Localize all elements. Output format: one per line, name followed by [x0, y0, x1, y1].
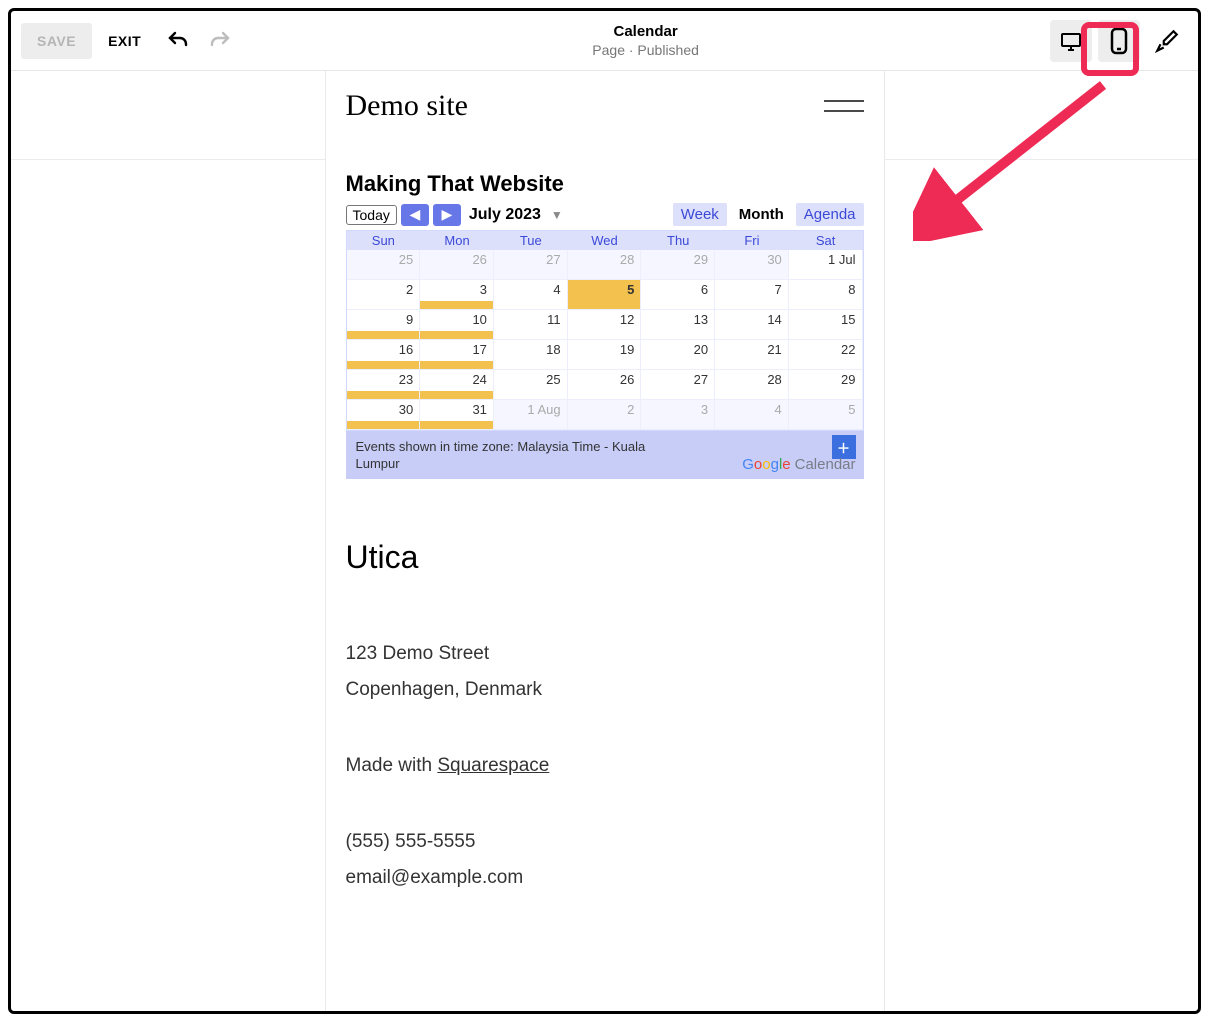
redo-icon — [208, 29, 232, 53]
calendar-day[interactable]: 11 — [494, 310, 568, 340]
calendar-day[interactable]: 27 — [641, 370, 715, 400]
dow-header: Fri — [715, 231, 789, 250]
footer-phone: (555) 555-5555 — [346, 824, 864, 860]
calendar-day[interactable]: 3 — [641, 400, 715, 430]
dow-header: Tue — [494, 231, 568, 250]
dow-header: Sun — [347, 231, 421, 250]
calendar-widget: Today ◀ ▶ July 2023 ▼ Week Month Agenda … — [346, 203, 864, 479]
calendar-day[interactable]: 16 — [347, 340, 421, 370]
plus-icon: ＋ — [837, 438, 850, 457]
calendar-day[interactable]: 7 — [715, 280, 789, 310]
paintbrush-icon — [1154, 28, 1180, 54]
undo-icon — [166, 29, 190, 53]
prev-month-button[interactable]: ◀ — [401, 204, 429, 226]
calendar-day[interactable]: 25 — [347, 250, 421, 280]
footer-address-line1: 123 Demo Street — [346, 636, 864, 672]
calendar-day[interactable]: 29 — [641, 250, 715, 280]
month-label: July 2023 — [469, 206, 541, 224]
squarespace-link[interactable]: Squarespace — [437, 755, 549, 776]
page-subtitle: Page · Published — [241, 42, 1050, 58]
calendar-day[interactable]: 30 — [715, 250, 789, 280]
google-calendar-brand[interactable]: Google Calendar — [742, 456, 855, 473]
calendar-day[interactable]: 28 — [715, 370, 789, 400]
calendar-day[interactable]: 5 — [568, 280, 642, 310]
google-logo: Google — [742, 456, 790, 473]
calendar-day[interactable]: 23 — [347, 370, 421, 400]
calendar-day[interactable]: 17 — [420, 340, 494, 370]
dow-header: Mon — [420, 231, 494, 250]
dow-header: Wed — [568, 231, 642, 250]
calendar-day[interactable]: 15 — [789, 310, 863, 340]
calendar-day[interactable]: 2 — [568, 400, 642, 430]
calendar-day[interactable]: 24 — [420, 370, 494, 400]
footer-email: email@example.com — [346, 860, 864, 896]
mobile-view-button[interactable] — [1098, 20, 1140, 62]
dow-header: Thu — [641, 231, 715, 250]
calendar-day[interactable]: 31 — [420, 400, 494, 430]
calendar-day[interactable]: 8 — [789, 280, 863, 310]
calendar-day[interactable]: 13 — [641, 310, 715, 340]
calendar-day[interactable]: 9 — [347, 310, 421, 340]
calendar-day[interactable]: 1 Aug — [494, 400, 568, 430]
desktop-icon — [1059, 29, 1083, 53]
chevron-right-icon: ▶ — [441, 206, 452, 223]
calendar-heading: Making That Website — [346, 171, 864, 197]
next-month-button[interactable]: ▶ — [433, 204, 461, 226]
view-tab-month[interactable]: Month — [731, 203, 792, 226]
calendar-day[interactable]: 29 — [789, 370, 863, 400]
calendar-day[interactable]: 25 — [494, 370, 568, 400]
calendar-day[interactable]: 27 — [494, 250, 568, 280]
mobile-preview: Demo site Making That Website Today ◀ ▶ … — [325, 71, 885, 1011]
calendar-day[interactable]: 18 — [494, 340, 568, 370]
calendar-brand-text: Calendar — [795, 456, 856, 473]
calendar-day[interactable]: 20 — [641, 340, 715, 370]
calendar-day[interactable]: 14 — [715, 310, 789, 340]
calendar-day[interactable]: 5 — [789, 400, 863, 430]
calendar-day[interactable]: 26 — [568, 370, 642, 400]
footer-madewith: Made with — [346, 755, 438, 776]
footer-heading: Utica — [346, 539, 864, 576]
desktop-view-button[interactable] — [1050, 20, 1092, 62]
calendar-day[interactable]: 22 — [789, 340, 863, 370]
footer-address-line2: Copenhagen, Denmark — [346, 672, 864, 708]
view-tab-agenda[interactable]: Agenda — [796, 203, 864, 226]
view-tab-week[interactable]: Week — [673, 203, 727, 226]
dow-header: Sat — [789, 231, 863, 250]
calendar-day[interactable]: 12 — [568, 310, 642, 340]
editor-toolbar: SAVE EXIT Calendar Page · Published — [11, 11, 1198, 71]
chevron-left-icon: ◀ — [409, 206, 420, 223]
styles-button[interactable] — [1146, 20, 1188, 62]
calendar-day[interactable]: 2 — [347, 280, 421, 310]
calendar-day[interactable]: 4 — [715, 400, 789, 430]
page-title: Calendar — [241, 23, 1050, 40]
calendar-day[interactable]: 26 — [420, 250, 494, 280]
calendar-day[interactable]: 28 — [568, 250, 642, 280]
mobile-icon — [1109, 27, 1129, 55]
calendar-day[interactable]: 30 — [347, 400, 421, 430]
exit-button[interactable]: EXIT — [92, 23, 157, 59]
save-button[interactable]: SAVE — [21, 23, 92, 59]
month-dropdown[interactable]: ▼ — [551, 208, 563, 222]
redo-button[interactable] — [199, 20, 241, 62]
today-button[interactable]: Today — [346, 205, 397, 225]
calendar-day[interactable]: 10 — [420, 310, 494, 340]
undo-button[interactable] — [157, 20, 199, 62]
site-title[interactable]: Demo site — [346, 89, 468, 123]
hamburger-menu[interactable] — [824, 100, 864, 112]
calendar-day[interactable]: 6 — [641, 280, 715, 310]
calendar-day[interactable]: 3 — [420, 280, 494, 310]
calendar-day[interactable]: 21 — [715, 340, 789, 370]
calendar-day[interactable]: 4 — [494, 280, 568, 310]
calendar-day[interactable]: 19 — [568, 340, 642, 370]
timezone-text: Events shown in time zone: Malaysia Time… — [356, 439, 656, 473]
hamburger-line — [824, 100, 864, 102]
calendar-day[interactable]: 1 Jul — [789, 250, 863, 280]
hamburger-line — [824, 110, 864, 112]
